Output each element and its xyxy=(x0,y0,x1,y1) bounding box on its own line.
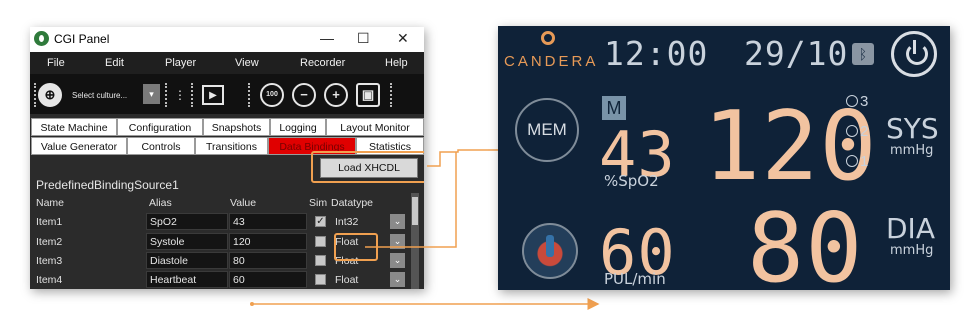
memory-badge: M xyxy=(602,96,626,120)
blood-pressure-display: CANDERA 12:00 29/10 ᛒ MEM M 43 %SpO2 120… xyxy=(498,26,950,290)
candera-logo-icon xyxy=(541,31,555,45)
spo2-unit: %SpO2 xyxy=(604,172,659,190)
memory-slot-label: 1 xyxy=(860,153,869,170)
pulse-unit: PUL/min xyxy=(604,270,666,288)
diastolic-value: 80 xyxy=(747,194,864,290)
power-icon[interactable] xyxy=(891,31,937,77)
memory-slot-3: 3 xyxy=(846,93,868,110)
sys-label: SYS xyxy=(886,112,939,145)
memory-slot-circle-icon xyxy=(846,95,858,107)
dia-unit: mmHg xyxy=(890,243,934,258)
bluetooth-icon[interactable]: ᛒ xyxy=(852,43,874,65)
memory-slot-1: 1 xyxy=(846,153,868,170)
memory-slot-label: 2 xyxy=(860,123,869,140)
sim-to-display-line xyxy=(365,152,457,248)
mem-button[interactable]: MEM xyxy=(515,98,579,162)
brand-label: CANDERA xyxy=(504,53,599,70)
memory-slot-label: 3 xyxy=(860,93,869,110)
sys-unit: mmHg xyxy=(890,143,934,158)
date-display: 29/10 xyxy=(744,34,849,73)
memory-slot-circle-icon xyxy=(846,155,858,167)
memory-slot-circle-icon xyxy=(846,125,858,137)
memory-slot-2: 2 xyxy=(846,123,868,140)
heartbeat-anchor-dot xyxy=(250,302,254,306)
dia-label: DIA xyxy=(886,212,935,245)
heart-icon xyxy=(522,223,578,279)
time-display: 12:00 xyxy=(604,34,709,73)
